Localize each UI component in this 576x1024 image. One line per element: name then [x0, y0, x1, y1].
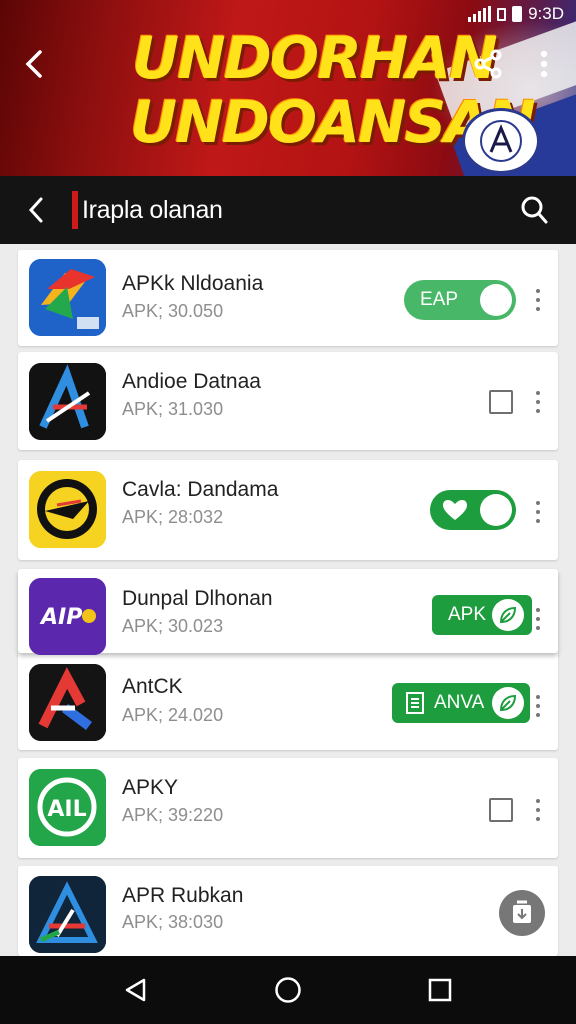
- app-name: APKY: [122, 776, 179, 799]
- toggle-switch[interactable]: EAP: [404, 280, 516, 320]
- nav-back-icon[interactable]: [114, 968, 158, 1012]
- app-meta: APK; 24.020: [122, 705, 224, 725]
- list-item[interactable]: AIP Dunpal Dlhonan APK; 30.023 APK: [18, 569, 558, 655]
- app-name: APKk Nldoania: [122, 272, 264, 295]
- list-item[interactable]: AntCK APK; 24.020 ANVA: [18, 650, 558, 750]
- heart-icon: [442, 499, 468, 521]
- toggle-switch[interactable]: [430, 490, 516, 530]
- battery-icon: [512, 6, 523, 22]
- apk-button-label: APK: [448, 604, 487, 625]
- sim-icon: [497, 7, 507, 21]
- app-icon-text: AIL: [47, 797, 86, 822]
- leaf-icon: [492, 599, 525, 631]
- app-icon: AIL: [29, 769, 106, 846]
- more-options-icon[interactable]: [530, 796, 546, 824]
- app-meta: APK; 28:032: [122, 507, 224, 527]
- app-icon: [29, 664, 106, 741]
- nav-recents-icon[interactable]: [418, 968, 462, 1012]
- anva-button[interactable]: ANVA: [392, 683, 530, 723]
- app-name: APR Rubkan: [122, 884, 244, 907]
- anva-button-label: ANVA: [434, 692, 485, 713]
- list-item[interactable]: Andioe Datnaa APK; 31.030: [18, 352, 558, 450]
- app-icon: [29, 471, 106, 548]
- app-meta: APK; 30.050: [122, 301, 224, 321]
- share-icon[interactable]: [468, 44, 508, 84]
- app-meta: APK; 38:030: [122, 912, 224, 932]
- list-doc-icon: [406, 692, 424, 714]
- toolbar-back-icon[interactable]: [18, 188, 54, 232]
- signal-icon: [468, 6, 492, 22]
- banner-title-line1: UNDORHAN: [132, 24, 498, 92]
- more-options-icon[interactable]: [530, 692, 546, 720]
- text-cursor: [72, 191, 78, 229]
- apk-button[interactable]: APK: [432, 595, 532, 635]
- app-meta: APK; 30.023: [122, 616, 224, 636]
- status-time: 9:3D: [528, 4, 564, 23]
- list-item[interactable]: APKk Nldoania APK; 30.050 EAP: [18, 250, 558, 346]
- app-meta: APK; 31.030: [122, 399, 224, 419]
- navigation-bar: [0, 956, 576, 1024]
- app-name: Cavla: Dandama: [122, 478, 279, 501]
- app-icon: [29, 876, 106, 953]
- install-fab[interactable]: [499, 890, 545, 936]
- leaf-icon: [492, 687, 525, 719]
- app-icon: [29, 363, 106, 440]
- app-name: Dunpal Dlhonan: [122, 587, 273, 610]
- back-arrow-icon[interactable]: [14, 44, 54, 84]
- list-item[interactable]: AIL APKY APK; 39:220: [18, 758, 558, 858]
- app-name: Andioe Datnaa: [122, 370, 261, 393]
- toolbar-title: Irapla olanan: [82, 195, 223, 224]
- checkbox[interactable]: [489, 798, 513, 822]
- more-options-icon[interactable]: [530, 498, 546, 526]
- app-icon: AIP: [29, 578, 106, 655]
- checkbox[interactable]: [489, 390, 513, 414]
- toolbar: Irapla olanan: [0, 176, 576, 244]
- app-icon-text: AIP: [39, 605, 82, 630]
- more-vert-icon[interactable]: [524, 44, 564, 84]
- more-options-icon[interactable]: [530, 605, 546, 633]
- list-item[interactable]: APR Rubkan APK; 38:030: [18, 866, 558, 956]
- app-name: AntCK: [122, 675, 183, 698]
- app-icon: [29, 259, 106, 336]
- app-list[interactable]: APKk Nldoania APK; 30.050 EAP Andioe Dat…: [0, 244, 576, 956]
- list-item[interactable]: Cavla: Dandama APK; 28:032: [18, 460, 558, 560]
- toggle-knob: [480, 494, 512, 526]
- app-meta: APK; 39:220: [122, 805, 224, 825]
- more-options-icon[interactable]: [530, 388, 546, 416]
- status-bar: 9:3D: [0, 0, 576, 28]
- more-options-icon[interactable]: [530, 286, 546, 314]
- nav-home-icon[interactable]: [266, 968, 310, 1012]
- toggle-label: EAP: [420, 289, 459, 310]
- emblem-icon: [462, 108, 540, 174]
- toggle-knob: [480, 284, 512, 316]
- search-icon[interactable]: [514, 190, 554, 230]
